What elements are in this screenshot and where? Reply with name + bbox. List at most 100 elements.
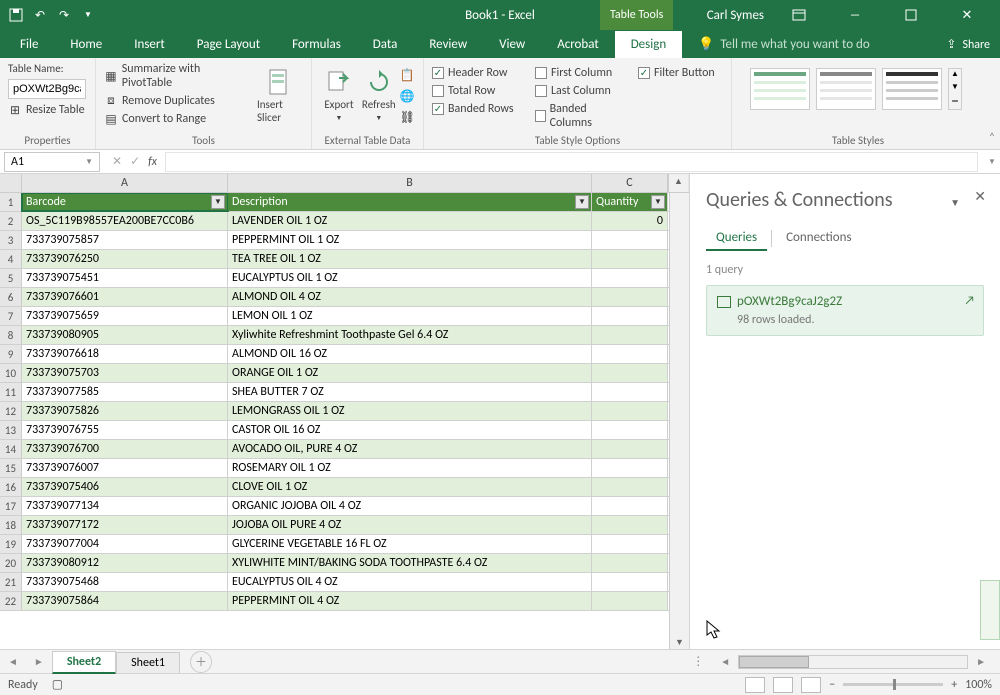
- cell-barcode[interactable]: 733739076700: [22, 440, 228, 458]
- cell-barcode[interactable]: 733739075451: [22, 269, 228, 287]
- tab-design[interactable]: Design: [615, 31, 682, 58]
- cell-quantity[interactable]: [592, 288, 668, 306]
- tell-me-input[interactable]: 💡Tell me what you want to do: [682, 31, 886, 58]
- cell-barcode[interactable]: 733739077134: [22, 497, 228, 515]
- cell-quantity[interactable]: [592, 421, 668, 439]
- cell-quantity[interactable]: [592, 364, 668, 382]
- cell-description[interactable]: PEPPERMINT OIL 1 OZ: [228, 231, 592, 249]
- insert-slicer-button[interactable]: Insert Slicer: [257, 62, 303, 134]
- convert-to-range-button[interactable]: ▤Convert to Range: [104, 112, 251, 126]
- column-header-a[interactable]: A: [22, 174, 228, 192]
- cell-description[interactable]: ALMOND OIL 16 OZ: [228, 345, 592, 363]
- row-header[interactable]: 6: [0, 288, 22, 306]
- page-layout-view-button[interactable]: [773, 677, 793, 693]
- enter-icon[interactable]: ✓: [130, 154, 140, 169]
- select-all-corner[interactable]: [0, 174, 22, 192]
- cell-quantity[interactable]: [592, 269, 668, 287]
- table-header-description[interactable]: Description▼: [228, 193, 592, 211]
- tab-data[interactable]: Data: [357, 31, 414, 58]
- cell-quantity[interactable]: [592, 383, 668, 401]
- header-row-checkbox[interactable]: Header Row: [432, 66, 517, 80]
- banded-columns-checkbox[interactable]: Banded Columns: [535, 102, 620, 130]
- expand-formula-bar-icon[interactable]: ▼: [984, 157, 1000, 167]
- tab-view[interactable]: View: [483, 31, 541, 58]
- table-styles-gallery[interactable]: ▲ ▼ ＝: [740, 62, 976, 110]
- row-header[interactable]: 11: [0, 383, 22, 401]
- tab-page-layout[interactable]: Page Layout: [181, 31, 276, 58]
- filter-dropdown-icon[interactable]: ▼: [575, 195, 589, 209]
- sheet-nav-next-icon[interactable]: ►: [26, 655, 52, 668]
- zoom-level[interactable]: 100%: [965, 678, 992, 692]
- tab-file[interactable]: File: [4, 31, 54, 58]
- query-open-icon[interactable]: ↗: [964, 294, 975, 308]
- cell-barcode[interactable]: 733739076601: [22, 288, 228, 306]
- table-header-barcode[interactable]: Barcode▼: [22, 193, 228, 211]
- cell-quantity[interactable]: [592, 440, 668, 458]
- redo-icon[interactable]: ↷: [56, 7, 72, 23]
- total-row-checkbox[interactable]: Total Row: [432, 84, 517, 98]
- undo-icon[interactable]: ↶: [32, 7, 48, 23]
- row-header[interactable]: 20: [0, 554, 22, 572]
- unlink-icon[interactable]: ⛓: [400, 110, 415, 125]
- fx-icon[interactable]: fx: [148, 155, 157, 169]
- export-button[interactable]: Export▼: [320, 62, 358, 134]
- filter-button-checkbox[interactable]: Filter Button: [638, 66, 723, 80]
- cell-barcode[interactable]: 733739075864: [22, 592, 228, 610]
- cell-barcode[interactable]: 733739076755: [22, 421, 228, 439]
- row-header[interactable]: 5: [0, 269, 22, 287]
- cell-description[interactable]: LAVENDER OIL 1 OZ: [228, 212, 592, 230]
- cell-quantity[interactable]: [592, 307, 668, 325]
- cell-barcode[interactable]: 733739075406: [22, 478, 228, 496]
- tab-insert[interactable]: Insert: [118, 31, 181, 58]
- cell-barcode[interactable]: 733739075703: [22, 364, 228, 382]
- cell-quantity[interactable]: [592, 231, 668, 249]
- table-style-swatch[interactable]: [882, 68, 942, 110]
- banded-rows-checkbox[interactable]: Banded Rows: [432, 102, 517, 116]
- first-column-checkbox[interactable]: First Column: [535, 66, 620, 80]
- macro-record-icon[interactable]: ▢: [52, 677, 63, 692]
- row-header[interactable]: 8: [0, 326, 22, 344]
- cell-description[interactable]: EUCALYPTUS OIL 1 OZ: [228, 269, 592, 287]
- cell-barcode[interactable]: 733739077172: [22, 516, 228, 534]
- cell-barcode[interactable]: OS_5C119B98557EA200BE7CC0B6: [22, 212, 228, 230]
- cell-barcode[interactable]: 733739080912: [22, 554, 228, 572]
- gallery-more-icon[interactable]: ＝: [949, 96, 961, 109]
- cell-quantity[interactable]: [592, 326, 668, 344]
- normal-view-button[interactable]: [745, 677, 765, 693]
- row-header[interactable]: 4: [0, 250, 22, 268]
- cell-barcode[interactable]: 733739077585: [22, 383, 228, 401]
- cell-quantity[interactable]: [592, 345, 668, 363]
- cell-quantity[interactable]: [592, 402, 668, 420]
- row-header[interactable]: 3: [0, 231, 22, 249]
- ribbon-display-options-icon[interactable]: [778, 0, 820, 30]
- name-box[interactable]: A1▼: [4, 152, 100, 172]
- cell-description[interactable]: Xyliwhite Refreshmint Toothpaste Gel 6.4…: [228, 326, 592, 344]
- cell-description[interactable]: CLOVE OIL 1 OZ: [228, 478, 592, 496]
- share-button[interactable]: Share: [962, 38, 990, 52]
- gallery-scroll-down-icon[interactable]: ▼: [949, 82, 961, 95]
- cell-description[interactable]: ALMOND OIL 4 OZ: [228, 288, 592, 306]
- row-header[interactable]: 13: [0, 421, 22, 439]
- cell-quantity[interactable]: [592, 554, 668, 572]
- summarize-pivottable-button[interactable]: ▦Summarize with PivotTable: [104, 62, 251, 90]
- cell-description[interactable]: EUCALYPTUS OIL 4 OZ: [228, 573, 592, 591]
- resize-table-button[interactable]: ⊞Resize Table: [8, 103, 87, 117]
- sheet-nav-prev-icon[interactable]: ◄: [0, 655, 26, 668]
- cell-description[interactable]: TEA TREE OIL 1 OZ: [228, 250, 592, 268]
- cell-quantity[interactable]: 0: [592, 212, 668, 230]
- cell-quantity[interactable]: [592, 459, 668, 477]
- tab-review[interactable]: Review: [413, 31, 483, 58]
- save-icon[interactable]: [8, 7, 24, 23]
- table-style-swatch[interactable]: [750, 68, 810, 110]
- query-item[interactable]: pOXWt2Bg9caJ2g2Z 98 rows loaded. ↗: [706, 285, 984, 336]
- cell-description[interactable]: ORANGE OIL 1 OZ: [228, 364, 592, 382]
- cell-description[interactable]: LEMONGRASS OIL 1 OZ: [228, 402, 592, 420]
- cell-description[interactable]: GLYCERINE VEGETABLE 16 FL OZ: [228, 535, 592, 553]
- cell-description[interactable]: LEMON OIL 1 OZ: [228, 307, 592, 325]
- hscroll-left-icon[interactable]: ◄: [712, 655, 738, 668]
- new-sheet-button[interactable]: ＋: [190, 651, 212, 673]
- collapse-ribbon-icon[interactable]: ˄: [984, 58, 1000, 149]
- cell-description[interactable]: ROSEMARY OIL 1 OZ: [228, 459, 592, 477]
- cell-barcode[interactable]: 733739075826: [22, 402, 228, 420]
- cell-barcode[interactable]: 733739076618: [22, 345, 228, 363]
